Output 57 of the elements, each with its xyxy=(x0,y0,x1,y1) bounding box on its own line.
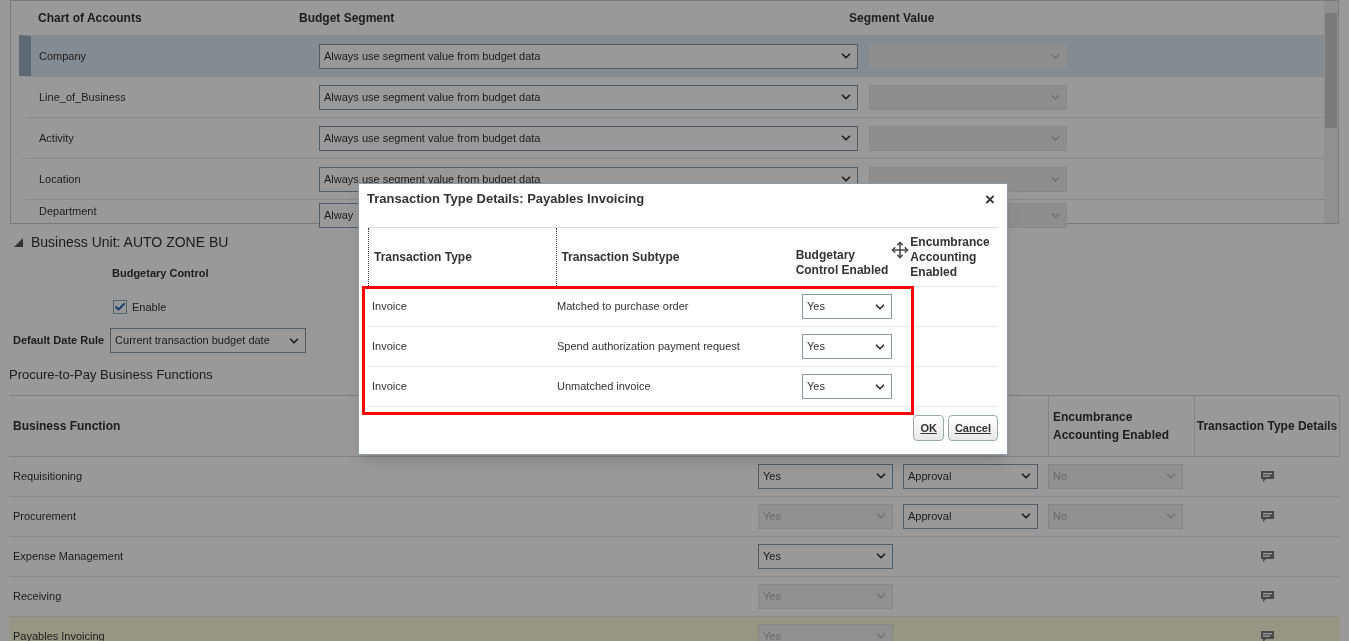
move-cursor-icon xyxy=(891,241,910,259)
segment-dropdown[interactable]: Always use segment value from budget data xyxy=(319,84,858,110)
cancel-button[interactable]: Cancel xyxy=(947,415,998,441)
table-cell-text: Unmatched invoice xyxy=(557,379,652,395)
column-header: Transaction Type Details xyxy=(1194,395,1340,456)
details-icon[interactable] xyxy=(1260,630,1274,641)
table-cell-text: Line_of_Business xyxy=(38,89,127,105)
table-cell-text: Invoice xyxy=(371,379,408,395)
column-header: Chart of Accounts xyxy=(37,10,143,27)
column-header: Budget Segment xyxy=(299,10,396,27)
dropdown[interactable]: Approval xyxy=(903,503,1038,529)
table-cell-text: Expense Management xyxy=(12,548,125,564)
column-header: Encumbrance Accounting Enabled xyxy=(910,234,991,280)
dropdown[interactable]: Yes xyxy=(758,543,893,569)
segment-dropdown[interactable]: Always use segment value from budget data xyxy=(319,125,858,151)
table-cell-text: Procurement xyxy=(12,508,77,524)
table-row[interactable]: Line_of_Business Always use segment value from budget data xyxy=(19,76,1324,117)
details-icon[interactable] xyxy=(1260,470,1274,482)
details-icon[interactable] xyxy=(1260,510,1274,522)
checkbox-label: Enable xyxy=(132,299,167,315)
column-header: Encumbrance Accounting Enabled xyxy=(1048,395,1194,456)
table-cell-text: Matched to purchase order xyxy=(557,299,690,315)
check-icon xyxy=(114,300,126,313)
table-cell-text: Spend authorization payment request xyxy=(557,339,741,355)
table-cell-text: Receiving xyxy=(12,588,63,604)
field-label: Budgetary Control xyxy=(112,266,209,281)
table-cell-text: Requisitioning xyxy=(12,468,84,484)
table-cell-text: Invoice xyxy=(371,299,408,315)
dropdown[interactable]: Yes xyxy=(758,463,893,489)
column-header: Segment Value xyxy=(849,10,935,27)
column-header: Budgetary Control Enabled xyxy=(794,248,890,278)
table-row[interactable]: Activity Always use segment value from budget data xyxy=(19,117,1324,158)
table-row[interactable]: Company Always use segment value from budget data xyxy=(19,35,1324,76)
scrollbar[interactable] xyxy=(1324,1,1338,223)
date-rule-dropdown[interactable]: Current transaction budget date xyxy=(110,328,307,353)
budgetary-dropdown[interactable]: Yes xyxy=(802,334,892,359)
details-icon[interactable] xyxy=(1260,550,1274,562)
budgetary-dropdown[interactable]: Yes xyxy=(802,374,892,399)
column-header: Transaction Type xyxy=(368,228,557,286)
table-cell-text: Company xyxy=(38,48,88,64)
section-title: Procure-to-Pay Business Functions xyxy=(9,366,213,384)
section-title: Business Unit: AUTO ZONE BU xyxy=(31,233,229,252)
details-icon[interactable] xyxy=(1260,590,1274,602)
table-cell-text: Invoice xyxy=(371,339,408,355)
table-cell-text: Department xyxy=(38,204,98,219)
ok-button[interactable]: OK xyxy=(913,415,944,441)
column-header: Business Function xyxy=(12,418,121,433)
column-header: Transaction Subtype xyxy=(556,228,792,286)
dropdown[interactable]: Approval xyxy=(903,463,1038,489)
segment-dropdown[interactable]: Always use segment value from budget data xyxy=(319,43,858,69)
table-cell-text: Location xyxy=(38,171,82,187)
checkbox[interactable] xyxy=(113,299,127,314)
expanded-triangle-icon[interactable] xyxy=(14,238,23,247)
table-row[interactable]: Expense Management Yes xyxy=(9,536,1340,577)
table-cell-text: Activity xyxy=(38,130,75,146)
field-label: Default Date Rule xyxy=(13,333,105,349)
budgetary-dropdown[interactable]: Yes xyxy=(802,294,892,319)
